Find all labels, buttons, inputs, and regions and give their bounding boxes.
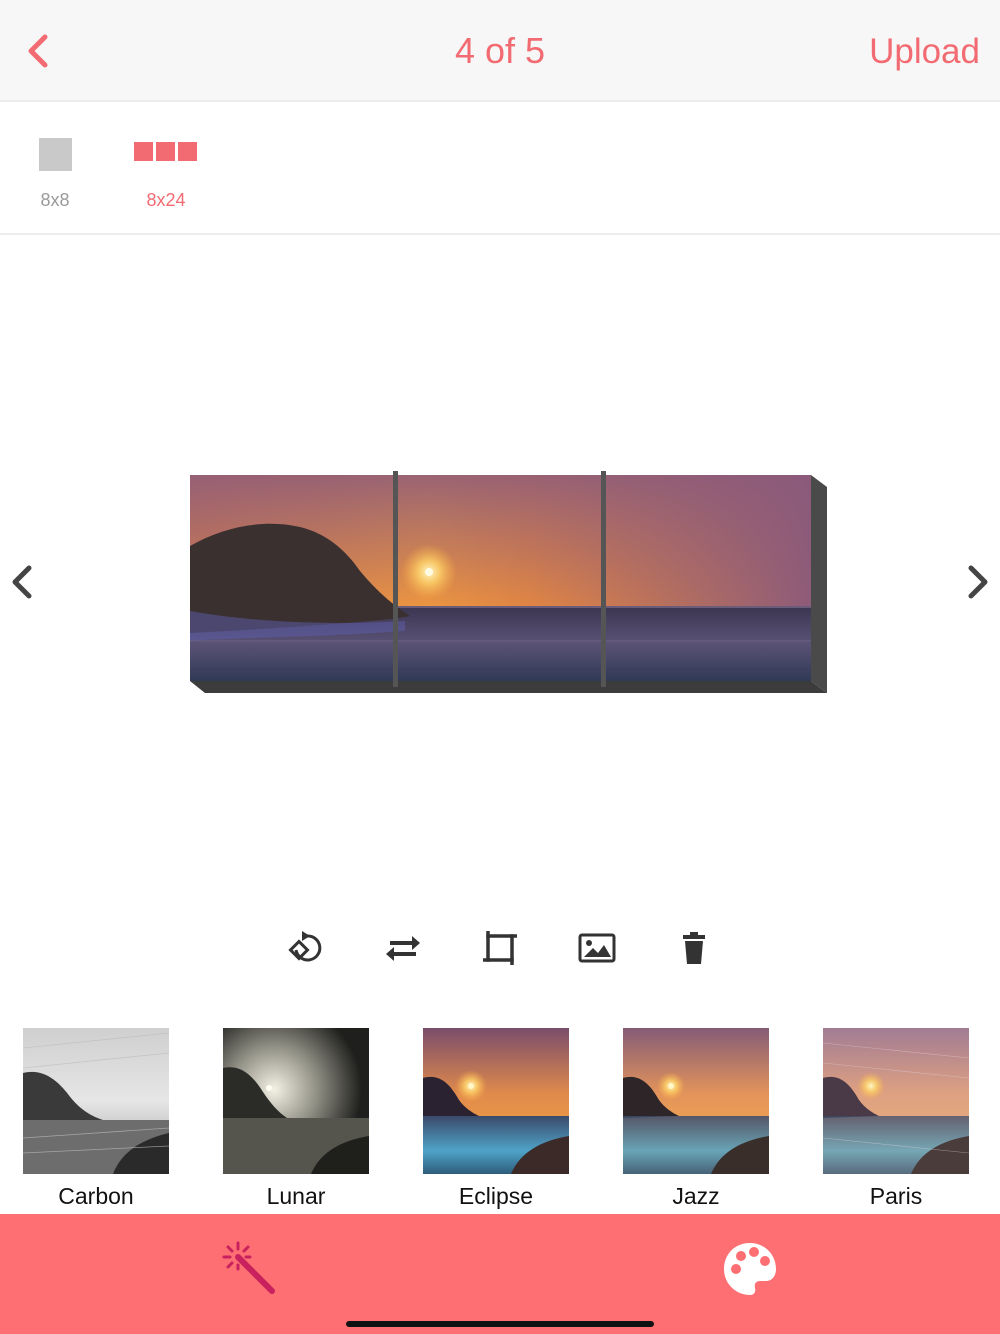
triptych-canvas-preview xyxy=(190,471,827,693)
filter-thumbnail xyxy=(623,1028,769,1174)
triptych-panel-icon xyxy=(178,142,197,161)
page-title: 4 of 5 xyxy=(454,30,546,71)
triptych-panel-icon xyxy=(134,142,153,161)
filter-name: Paris xyxy=(869,1183,923,1209)
upload-button[interactable]: Upload xyxy=(869,32,980,72)
home-indicator xyxy=(346,1321,654,1327)
filter-name: Eclipse xyxy=(458,1183,534,1209)
bottom-tab-bar xyxy=(0,1214,1000,1334)
size-option-8x24[interactable]: 8x24 xyxy=(121,134,211,219)
size-label: 8x24 xyxy=(146,190,186,210)
chevron-right-icon xyxy=(968,565,988,599)
filter-name: Jazz xyxy=(672,1183,720,1209)
edit-toolbar xyxy=(0,925,1000,975)
filter-eclipse[interactable]: Eclipse xyxy=(423,1028,569,1214)
palette-icon xyxy=(724,1243,776,1295)
rotate-button[interactable] xyxy=(283,925,329,971)
filter-name: Lunar xyxy=(266,1183,326,1209)
filter-thumbnail xyxy=(423,1028,569,1174)
crop-icon xyxy=(483,931,517,965)
swap-icon xyxy=(386,936,420,961)
single-panel-icon xyxy=(39,138,72,171)
triptych-panel-icon xyxy=(156,142,175,161)
next-photo-button[interactable] xyxy=(958,562,998,602)
filter-thumbnail xyxy=(23,1028,169,1174)
canvas-photo xyxy=(190,475,811,681)
panel-divider xyxy=(393,471,398,687)
size-selector: 8x8 8x24 xyxy=(0,104,1000,235)
size-option-8x8[interactable]: 8x8 xyxy=(10,134,100,219)
filter-thumbnail xyxy=(823,1028,969,1174)
replace-image-button[interactable] xyxy=(574,925,620,971)
size-label: 8x8 xyxy=(40,190,70,210)
filter-thumbnail xyxy=(223,1028,369,1174)
rotate-icon xyxy=(288,931,322,962)
filter-strip: Carbon Lunar Eclipse Jazz Paris xyxy=(0,1028,1000,1214)
trash-icon xyxy=(683,932,705,964)
filter-carbon[interactable]: Carbon xyxy=(23,1028,169,1214)
previous-photo-button[interactable] xyxy=(2,562,42,602)
filter-jazz[interactable]: Jazz xyxy=(623,1028,769,1214)
delete-button[interactable] xyxy=(671,925,717,971)
swap-button[interactable] xyxy=(380,925,426,971)
magic-wand-icon xyxy=(222,1241,275,1294)
crop-button[interactable] xyxy=(477,925,523,971)
panel-divider xyxy=(601,471,606,687)
filter-lunar[interactable]: Lunar xyxy=(223,1028,369,1214)
chevron-left-icon xyxy=(12,565,32,599)
filter-paris[interactable]: Paris xyxy=(823,1028,969,1214)
image-icon xyxy=(578,933,616,963)
filter-name: Carbon xyxy=(58,1183,134,1209)
tab-filters[interactable] xyxy=(215,1234,285,1304)
tab-colors[interactable] xyxy=(715,1234,785,1304)
top-nav-bar: 4 of 5 Upload xyxy=(0,0,1000,102)
canvas-preview-area xyxy=(0,237,1000,917)
